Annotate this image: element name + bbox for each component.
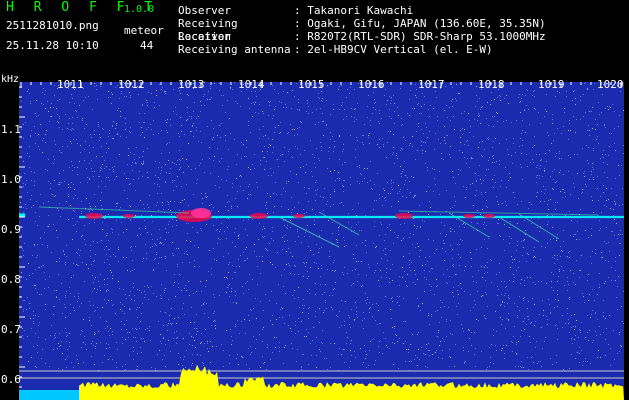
meteor-echo (293, 214, 305, 218)
info-value: : 2el-HB9CV Vertical (el. E-W) (294, 43, 493, 56)
meteor-echo (395, 213, 413, 219)
info-value: : Takanori Kawachi (294, 4, 414, 17)
y-tick-label: 1.1 (1, 123, 21, 136)
info-label: Observer (178, 4, 231, 17)
info-row-receiver: Receiver : R820T2(RTL-SDR) SDR-Sharp 53.… (178, 30, 546, 43)
x-tick-label: 1012 (118, 78, 145, 91)
info-row-observer: Observer : Takanori Kawachi (178, 4, 546, 17)
info-label: Receiving Location (178, 17, 238, 43)
y-tick-label: 1.0 (1, 173, 21, 186)
meteor-echo (191, 208, 211, 218)
station-info: Observer : Takanori Kawachi Receiving Lo… (178, 4, 546, 56)
meteor-label: meteor (124, 24, 164, 37)
meteor-echo (463, 214, 475, 218)
meteor-echo (250, 213, 268, 219)
x-tick-label: 1011 (57, 78, 84, 91)
spectrogram-background (19, 82, 624, 400)
y-tick-label: 0.8 (1, 273, 21, 286)
y-tick-label: 0.9 (1, 223, 21, 236)
x-tick-label: 1017 (418, 78, 445, 91)
file-name: 2511281010.png (6, 19, 99, 32)
meteor-echo (85, 213, 103, 219)
y-tick-label: 0.7 (1, 323, 21, 336)
x-tick-label: 1020 (597, 78, 624, 91)
info-row-antenna: Receiving antenna : 2el-HB9CV Vertical (… (178, 43, 546, 56)
y-tick-label: 0.6 (1, 373, 21, 386)
x-tick-label: 1016 (358, 78, 385, 91)
meteor-echo (123, 214, 135, 218)
level-segment-low (19, 390, 79, 400)
x-tick-label: 1015 (298, 78, 325, 91)
info-label: Receiving antenna (178, 43, 291, 56)
info-value: : R820T2(RTL-SDR) SDR-Sharp 53.1000MHz (294, 30, 546, 43)
app-version: 1.0.0 (124, 4, 155, 15)
x-tick-label: 1019 (538, 78, 565, 91)
y-axis-unit: kHz (1, 74, 20, 85)
x-tick-label: 1013 (178, 78, 205, 91)
spectrogram (19, 82, 624, 400)
info-row-location: Receiving Location : Ogaki, Gifu, JAPAN … (178, 17, 546, 43)
info-value: : Ogaki, Gifu, JAPAN (136.60E, 35.35N) (294, 17, 546, 30)
observation-datetime: 25.11.28 10:10 (6, 39, 99, 52)
x-tick-label: 1014 (238, 78, 265, 91)
meteor-count: 44 (140, 39, 154, 52)
meteor-echo (483, 214, 495, 218)
hrofft-window: H R O F F T 1.0.0 2511281010.png meteor … (0, 0, 629, 400)
x-tick-label: 1018 (478, 78, 505, 91)
info-label: Receiver (178, 30, 231, 43)
